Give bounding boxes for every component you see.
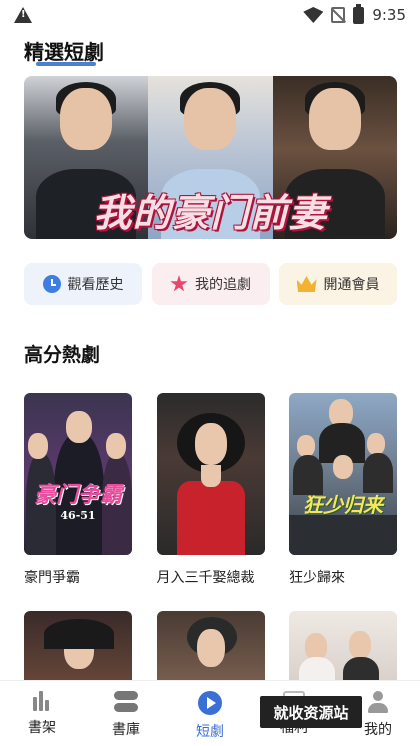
play-icon bbox=[198, 691, 222, 715]
library-icon bbox=[114, 691, 138, 713]
clock-icon bbox=[42, 275, 61, 293]
drama-card[interactable] bbox=[24, 611, 132, 691]
tab-label: 短劇 bbox=[196, 724, 224, 740]
tab-short-drama[interactable]: 短劇 bbox=[168, 681, 252, 746]
drama-title: 豪門爭霸 bbox=[24, 570, 80, 586]
drama-title: 月入三千娶總裁 bbox=[156, 570, 255, 586]
quick-actions: 觀看歷史 我的追劇 開通會員 bbox=[24, 263, 397, 305]
featured-banner[interactable]: 我的豪门前妻 bbox=[24, 76, 397, 239]
tab-label: 書架 bbox=[28, 720, 56, 736]
drama-poster bbox=[24, 611, 132, 691]
hot-grid-row-2 bbox=[24, 611, 397, 691]
user-icon bbox=[367, 691, 389, 713]
watch-history-button[interactable]: 觀看歷史 bbox=[24, 263, 142, 305]
status-bar: 9:35 bbox=[0, 0, 420, 30]
banner-title: 我的豪门前妻 bbox=[93, 190, 328, 235]
tab-label: 我的 bbox=[364, 722, 392, 738]
status-time: 9:35 bbox=[372, 6, 406, 24]
my-follows-label: 我的追劇 bbox=[195, 277, 251, 293]
my-follows-button[interactable]: 我的追劇 bbox=[151, 263, 270, 305]
drama-poster bbox=[156, 611, 265, 691]
vip-membership-label: 開通會員 bbox=[323, 277, 380, 293]
drama-title: 狂少歸來 bbox=[289, 570, 345, 586]
bookshelf-icon bbox=[31, 691, 53, 711]
drama-card[interactable]: 豪门争霸 46-51 豪門爭霸 bbox=[24, 393, 132, 587]
drama-card[interactable] bbox=[289, 611, 397, 691]
drama-poster: 狂少归来 bbox=[289, 393, 397, 555]
drama-poster bbox=[289, 611, 397, 691]
poster-title-text: 豪门争霸 bbox=[33, 482, 122, 508]
vip-crown-icon bbox=[296, 276, 317, 292]
warning-icon bbox=[14, 7, 32, 23]
drama-poster bbox=[156, 393, 265, 555]
no-sim-icon bbox=[331, 7, 346, 23]
featured-title-underline bbox=[36, 62, 96, 66]
tab-library[interactable]: 書庫 bbox=[84, 681, 168, 746]
poster-title-text: 狂少归来 bbox=[303, 493, 383, 517]
drama-card[interactable] bbox=[156, 611, 265, 691]
drama-poster: 豪门争霸 46-51 bbox=[24, 393, 132, 555]
poster-episode-range: 46-51 bbox=[60, 509, 96, 522]
hot-grid: 豪门争霸 46-51 豪門爭霸 月入三千娶總裁 狂少归来 狂少歸來 bbox=[24, 393, 397, 587]
battery-icon bbox=[353, 3, 365, 24]
vip-membership-button[interactable]: 開通會員 bbox=[279, 263, 397, 305]
watermark-overlay: 就收资源站 bbox=[260, 696, 362, 728]
tab-label: 書庫 bbox=[112, 722, 140, 738]
wifi-icon bbox=[303, 7, 324, 23]
watch-history-label: 觀看歷史 bbox=[67, 277, 124, 293]
drama-card[interactable]: 狂少归来 狂少歸來 bbox=[289, 393, 397, 587]
star-icon bbox=[170, 275, 188, 292]
featured-title: 精選短劇 bbox=[24, 40, 104, 64]
drama-card[interactable]: 月入三千娶總裁 bbox=[156, 393, 265, 587]
tab-bookshelf[interactable]: 書架 bbox=[0, 681, 84, 746]
hot-title: 高分熱劇 bbox=[24, 344, 101, 366]
